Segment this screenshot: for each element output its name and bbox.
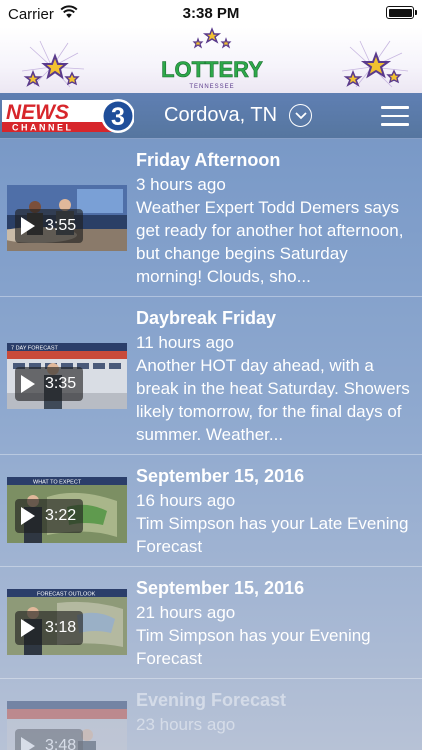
video-thumbnail[interactable]: 3:48 xyxy=(7,701,127,750)
video-title: September 15, 2016 xyxy=(136,466,305,486)
video-description: Another HOT day ahead, with a break in t… xyxy=(136,356,410,444)
video-time-ago: 16 hours ago xyxy=(136,491,236,510)
video-duration: 3:22 xyxy=(45,507,77,524)
video-list: 3:55 Friday Afternoon 3 hours ago Weathe… xyxy=(0,139,422,750)
video-duration: 3:48 xyxy=(45,737,77,750)
play-button[interactable]: 3:22 xyxy=(15,499,84,533)
video-title: Friday Afternoon xyxy=(136,150,281,170)
video-list-item[interactable]: FORECAST OUTLOOK 3:18 September 15, 2016… xyxy=(0,567,422,679)
video-duration: 3:35 xyxy=(45,375,77,392)
video-time-ago: 21 hours ago xyxy=(136,603,236,622)
app-header: NEWS CHANNEL 3 Cordova, TN xyxy=(0,93,422,139)
lottery-logo-text: LOTTERY xyxy=(161,57,263,82)
video-title: Evening Forecast xyxy=(136,690,287,710)
lottery-logo-subtext: TENNESSEE xyxy=(189,84,234,90)
status-bar: Carrier 3:38 PM xyxy=(0,0,422,27)
video-list-item[interactable]: 3:55 Friday Afternoon 3 hours ago Weathe… xyxy=(0,139,422,297)
video-duration: 3:18 xyxy=(45,619,77,636)
thumbnail-caption: 7 DAY FORECAST xyxy=(11,346,59,352)
play-icon xyxy=(21,619,35,637)
video-description: Tim Simpson has your Late Evening Foreca… xyxy=(136,514,409,556)
video-time-ago: 23 hours ago xyxy=(136,715,236,734)
video-thumbnail[interactable]: 7 DAY FORECAST 3:35 xyxy=(7,343,127,409)
play-button[interactable]: 3:48 xyxy=(15,729,84,750)
video-title: September 15, 2016 xyxy=(136,578,305,598)
play-button[interactable]: 3:55 xyxy=(15,209,84,243)
play-icon xyxy=(21,217,35,235)
lottery-banner-ad[interactable]: LOTTERY TENNESSEE xyxy=(0,27,422,93)
video-time-ago: 3 hours ago xyxy=(136,175,226,194)
news-logo-main: NEWS xyxy=(6,101,69,124)
video-list-item[interactable]: 7 DAY FORECAST 3:35 Daybreak Friday 11 h… xyxy=(0,297,422,455)
play-icon xyxy=(21,737,35,750)
status-time: 3:38 PM xyxy=(182,5,240,22)
video-time-ago: 11 hours ago xyxy=(136,333,234,352)
video-thumbnail[interactable]: FORECAST OUTLOOK 3:18 xyxy=(7,589,127,655)
play-button[interactable]: 3:18 xyxy=(15,611,84,645)
video-list-item[interactable]: WHAT TO EXPECT 3:22 September 15, 2016 1… xyxy=(0,455,422,567)
video-thumbnail[interactable]: 3:55 xyxy=(7,185,127,251)
news-logo-sub: CHANNEL xyxy=(12,123,74,133)
news-logo-number: 3 xyxy=(111,103,125,131)
video-thumbnail[interactable]: WHAT TO EXPECT 3:22 xyxy=(7,477,127,543)
news-channel-3-logo: NEWS CHANNEL 3 xyxy=(2,98,135,134)
thumbnail-caption: FORECAST OUTLOOK xyxy=(37,592,96,598)
location-selector[interactable]: Cordova, TN xyxy=(164,104,313,127)
video-description: Weather Expert Todd Demers says get read… xyxy=(136,198,404,286)
play-icon xyxy=(21,375,35,393)
video-description: Tim Simpson has your Evening Forecast xyxy=(136,626,371,668)
thumbnail-caption: WHAT TO EXPECT xyxy=(33,480,82,486)
hamburger-menu-icon[interactable] xyxy=(381,106,409,126)
lottery-logo: LOTTERY TENNESSEE xyxy=(160,31,264,91)
play-button[interactable]: 3:35 xyxy=(15,367,84,401)
video-list-item[interactable]: 3:48 Evening Forecast 23 hours ago xyxy=(0,679,422,750)
chevron-down-icon xyxy=(289,104,313,127)
video-title: Daybreak Friday xyxy=(136,308,277,328)
location-label: Cordova, TN xyxy=(164,104,278,126)
video-duration: 3:55 xyxy=(45,217,77,234)
battery-icon xyxy=(386,6,417,19)
play-icon xyxy=(21,507,35,525)
